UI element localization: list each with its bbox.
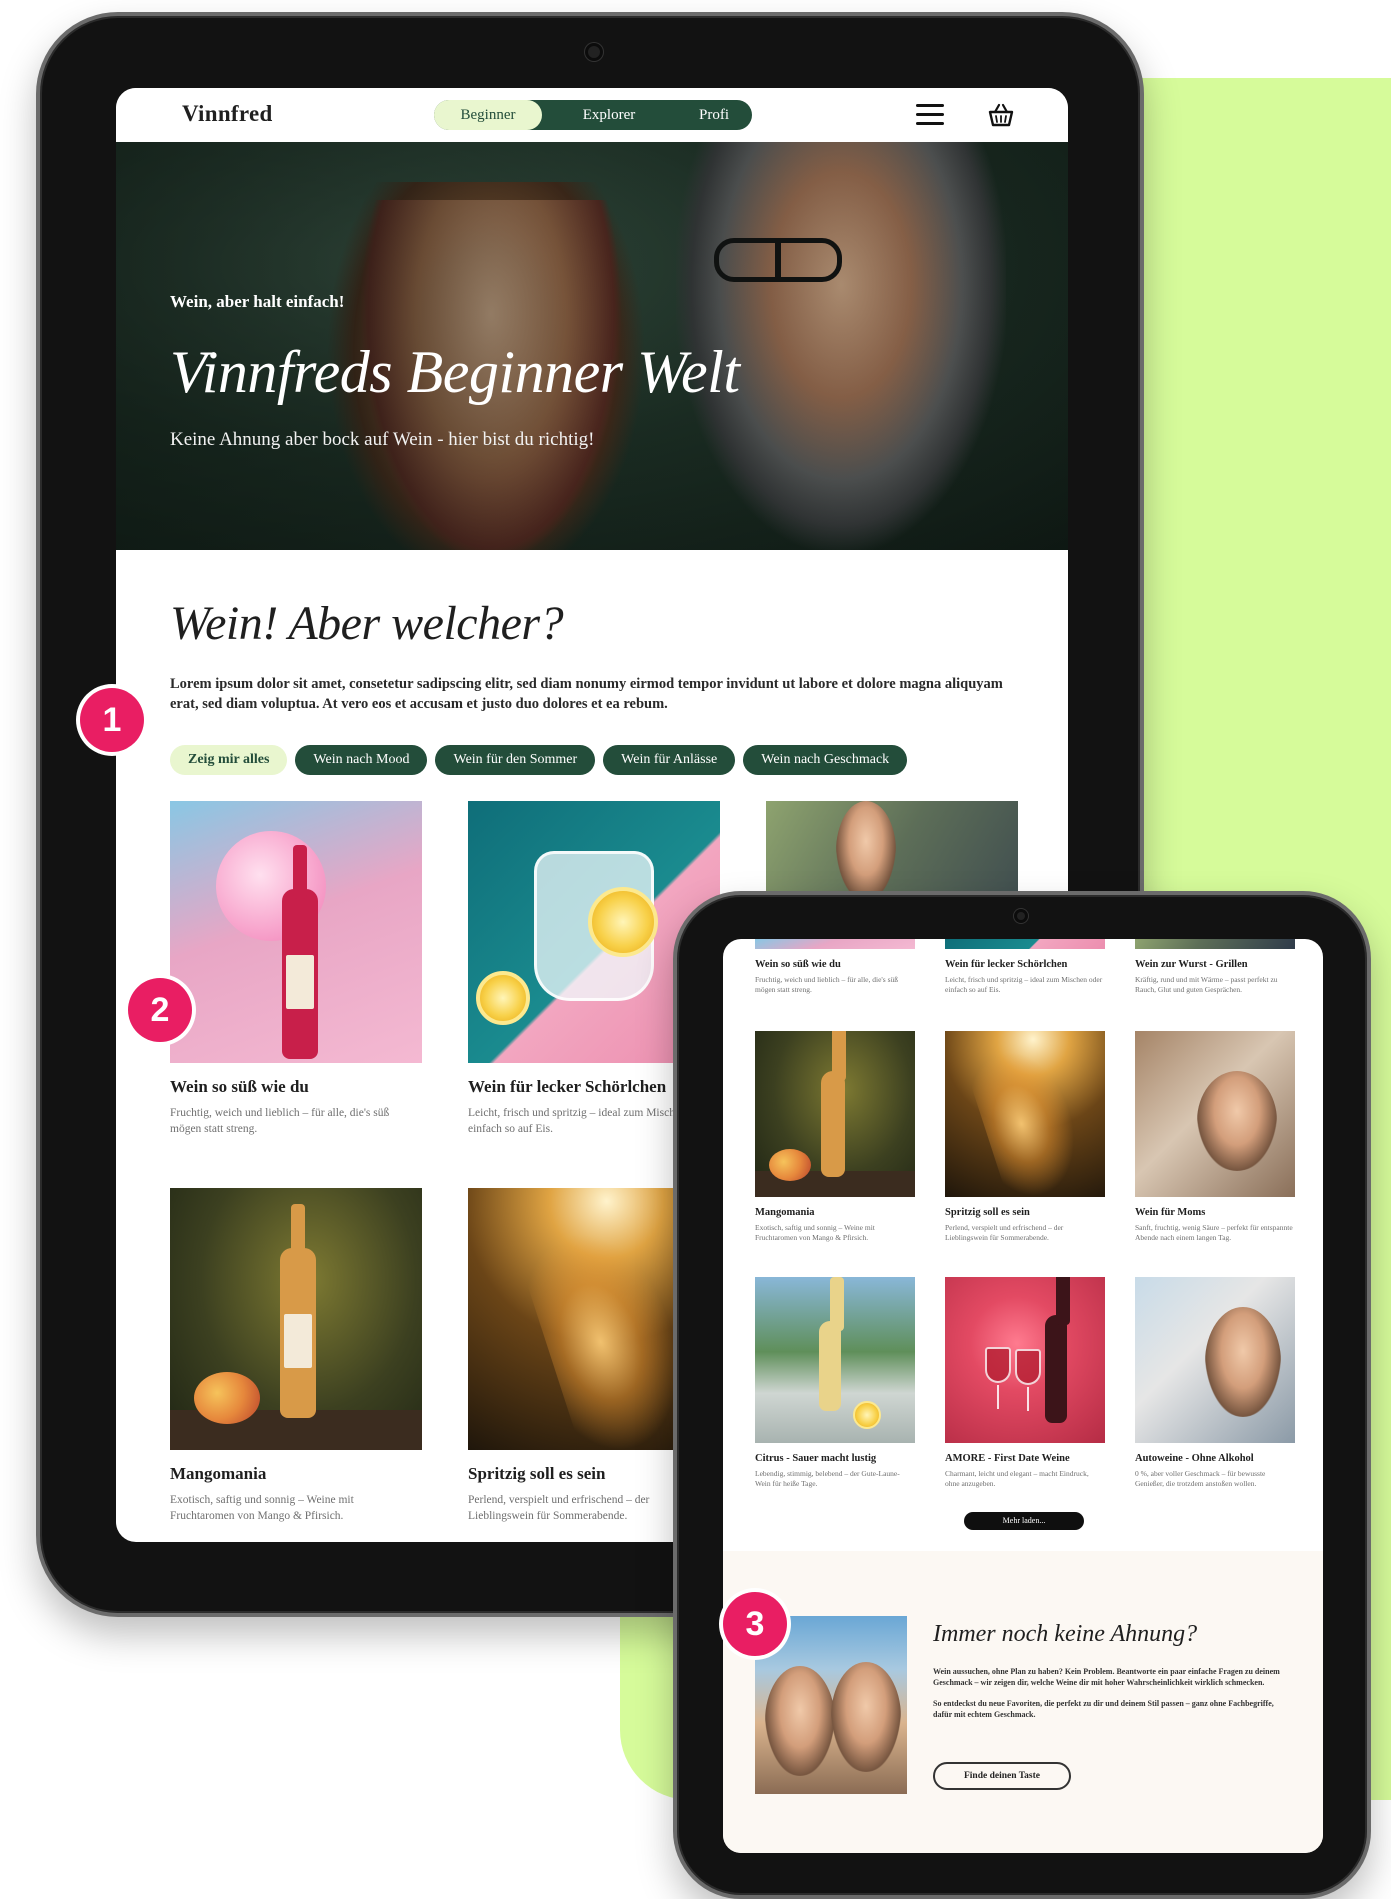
product-image[interactable] (1135, 1277, 1295, 1443)
product-title[interactable]: Mangomania (755, 1207, 915, 1218)
cta-text: Wein aussuchen, ohne Plan zu haben? Kein… (933, 1666, 1293, 1730)
product-image[interactable] (170, 801, 422, 1063)
product-card[interactable]: Mangomania Exotisch, saftig und sonnig –… (170, 1188, 422, 1524)
taste-finder-section: Immer noch keine Ahnung? Wein aussuchen,… (723, 1551, 1323, 1853)
product-image[interactable] (945, 1277, 1105, 1443)
hamburger-menu-icon[interactable] (916, 104, 944, 126)
lemon-slice-shape (853, 1401, 881, 1429)
wine-bottle-shape (280, 1204, 316, 1418)
product-description: 0 %, aber voller Geschmack – für bewusst… (1135, 1469, 1266, 1488)
product-description: Perlend, verspielt und erfrischend – der… (945, 1223, 1064, 1242)
step-badge-2: 2 (128, 978, 192, 1042)
hero-kicker: Wein, aber halt einfach! (170, 292, 345, 311)
product-card[interactable]: Wein so süß wie du Fruchtig, weich und l… (755, 939, 915, 995)
person-shape (836, 801, 896, 901)
step-badge-1: 1 (80, 688, 144, 752)
find-taste-button[interactable]: Finde deinen Taste (933, 1762, 1071, 1790)
product-card[interactable]: Wein für lecker Schörlchen Leicht, frisc… (945, 939, 1105, 995)
level-option-explorer[interactable]: Explorer (542, 100, 676, 130)
level-option-beginner[interactable]: Beginner (434, 100, 542, 130)
product-card[interactable]: Mangomania Exotisch, saftig und sonnig –… (755, 1031, 915, 1243)
brand-logo[interactable]: Vinnfred (182, 101, 273, 127)
wine-bottle-shape (821, 1031, 846, 1177)
product-row: Wein so süß wie du Fruchtig, weich und l… (755, 939, 1295, 995)
section-title: Wein! Aber welcher? (170, 597, 564, 650)
product-title[interactable]: Mangomania (170, 1464, 422, 1484)
cta-paragraph: So entdeckst du neue Favoriten, die perf… (933, 1699, 1274, 1719)
filter-chip-summer[interactable]: Wein für den Sommer (435, 745, 596, 775)
camera-dot-icon (1017, 912, 1025, 920)
person-shape (831, 1662, 901, 1772)
camera-dot-icon (588, 46, 600, 58)
product-description: Exotisch, saftig und sonnig – Weine mit … (170, 1494, 354, 1522)
product-card[interactable]: Wein für Moms Sanft, fruchtig, wenig Säu… (1135, 1031, 1295, 1243)
wine-bottle-shape (819, 1277, 844, 1411)
product-card[interactable]: Wein so süß wie du Fruchtig, weich und l… (170, 801, 422, 1137)
product-card[interactable]: Citrus - Sauer macht lustig Lebendig, st… (755, 1277, 915, 1489)
basket-icon[interactable] (986, 102, 1016, 128)
lemon-slice-shape (476, 971, 530, 1025)
person-shape (1197, 1071, 1277, 1171)
product-description: Kräftig, rund und mit Wärme – passt perf… (1135, 975, 1278, 994)
product-title[interactable]: AMORE - First Date Weine (945, 1453, 1105, 1464)
hero-title: Vinnfreds Beginner Welt (170, 339, 740, 405)
person-shape (765, 1666, 835, 1776)
product-title[interactable]: Autoweine - Ohne Alkohol (1135, 1453, 1295, 1464)
product-description: Fruchtig, weich und lieblich – für alle,… (170, 1107, 390, 1135)
wine-glass-shape (1015, 1349, 1041, 1411)
lemon-slice-shape (588, 887, 658, 957)
product-card[interactable]: AMORE - First Date Weine Charmant, leich… (945, 1277, 1105, 1489)
hero-subtitle: Keine Ahnung aber bock auf Wein - hier b… (170, 429, 595, 450)
sparkle-shape (962, 1031, 1098, 1197)
product-description: Exotisch, saftig und sonnig – Weine mit … (755, 1223, 875, 1242)
filter-chip-taste[interactable]: Wein nach Geschmack (743, 745, 908, 775)
site-header: Vinnfred Beginner Explorer Profi (116, 88, 1068, 142)
hero-banner: Wein, aber halt einfach! Vinnfreds Begin… (116, 142, 1068, 550)
product-title[interactable]: Wein so süß wie du (170, 1077, 422, 1097)
filter-chip-all[interactable]: Zeig mir alles (170, 745, 288, 775)
product-title[interactable]: Wein so süß wie du (755, 959, 915, 970)
product-description: Fruchtig, weich und lieblich – für alle,… (755, 975, 898, 994)
intro-text: Lorem ipsum dolor sit amet, consetetur s… (170, 676, 1003, 712)
product-image[interactable] (945, 939, 1105, 949)
person-shape (1205, 1307, 1281, 1417)
product-image[interactable] (755, 1031, 915, 1197)
cta-paragraph: Wein aussuchen, ohne Plan zu haben? Kein… (933, 1667, 1280, 1687)
tablet-small-screen: Wein so süß wie du Fruchtig, weich und l… (723, 939, 1323, 1853)
filter-chip-mood[interactable]: Wein nach Mood (295, 745, 428, 775)
product-title[interactable]: Wein für lecker Schörlchen (945, 959, 1105, 970)
filter-chip-occasions[interactable]: Wein für Anlässe (603, 745, 736, 775)
product-card[interactable]: Autoweine - Ohne Alkohol 0 %, aber volle… (1135, 1277, 1295, 1489)
product-title[interactable]: Wein für Moms (1135, 1207, 1295, 1218)
product-description: Sanft, fruchtig, wenig Säure – perfekt f… (1135, 1223, 1293, 1242)
product-description: Lebendig, stimmig, belebend – der Gute-L… (755, 1469, 900, 1488)
cta-title: Immer noch keine Ahnung? (933, 1621, 1198, 1647)
product-description: Leicht, frisch und spritzig – ideal zum … (945, 975, 1103, 994)
product-title[interactable]: Spritzig soll es sein (945, 1207, 1105, 1218)
product-image[interactable] (1135, 939, 1295, 949)
filter-chips: Zeig mir alles Wein nach Mood Wein für d… (170, 745, 908, 775)
product-row: Mangomania Exotisch, saftig und sonnig –… (755, 1031, 1295, 1243)
level-switch: Beginner Explorer Profi (434, 100, 752, 130)
tablet-small-frame: Wein so süß wie du Fruchtig, weich und l… (673, 891, 1371, 1899)
product-card[interactable]: Wein zur Wurst - Grillen Kräftig, rund u… (1135, 939, 1295, 995)
product-description: Charmant, leicht und elegant – macht Ein… (945, 1469, 1089, 1488)
mango-shape (769, 1149, 811, 1181)
product-image[interactable] (945, 1031, 1105, 1197)
product-title[interactable]: Wein zur Wurst - Grillen (1135, 959, 1295, 970)
product-card[interactable]: Spritzig soll es sein Perlend, verspielt… (945, 1031, 1105, 1243)
product-image[interactable] (1135, 1031, 1295, 1197)
level-option-profi[interactable]: Profi (676, 100, 752, 130)
mango-shape (194, 1372, 260, 1424)
product-image[interactable] (170, 1188, 422, 1450)
product-title[interactable]: Citrus - Sauer macht lustig (755, 1453, 915, 1464)
product-row: Citrus - Sauer macht lustig Lebendig, st… (755, 1277, 1295, 1489)
product-image[interactable] (755, 939, 915, 949)
wine-bottle-shape (282, 845, 318, 1059)
wine-bottle-shape (1045, 1277, 1070, 1423)
product-image[interactable] (755, 1277, 915, 1443)
wine-glass-shape (985, 1347, 1011, 1409)
step-badge-3: 3 (723, 1592, 787, 1656)
load-more-button[interactable]: Mehr laden... (964, 1512, 1084, 1530)
